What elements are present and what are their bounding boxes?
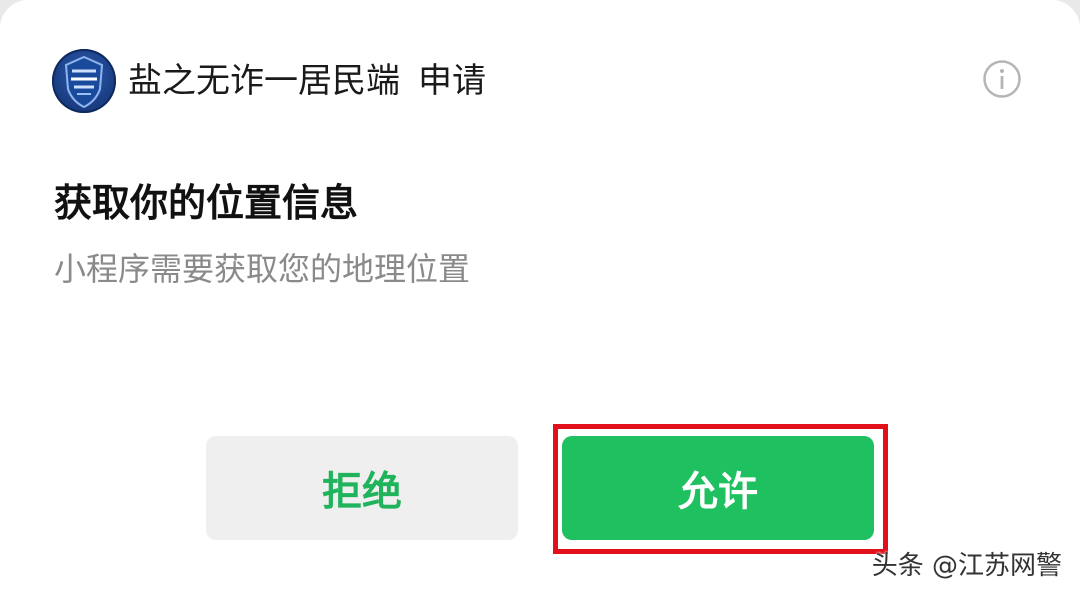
- info-icon[interactable]: [982, 59, 1022, 99]
- deny-button-label: 拒绝: [322, 469, 402, 515]
- watermark: 头条 @江苏网警: [871, 551, 1062, 581]
- deny-button[interactable]: 拒绝: [206, 436, 518, 540]
- permission-dialog: 盐之无诈一居民端 申请 获取你的位置信息 小程序需要获取您的地理位置 拒绝 允许 …: [0, 0, 1080, 598]
- allow-button-label: 允许: [678, 469, 758, 515]
- request-label: 申请: [418, 61, 486, 101]
- app-logo-icon: [52, 49, 116, 113]
- app-name: 盐之无诈一居民端: [128, 61, 400, 101]
- permission-title: 获取你的位置信息: [54, 181, 359, 225]
- allow-button[interactable]: 允许: [562, 436, 874, 540]
- app-title: 盐之无诈一居民端 申请: [128, 56, 486, 106]
- permission-description: 小程序需要获取您的地理位置: [54, 250, 471, 288]
